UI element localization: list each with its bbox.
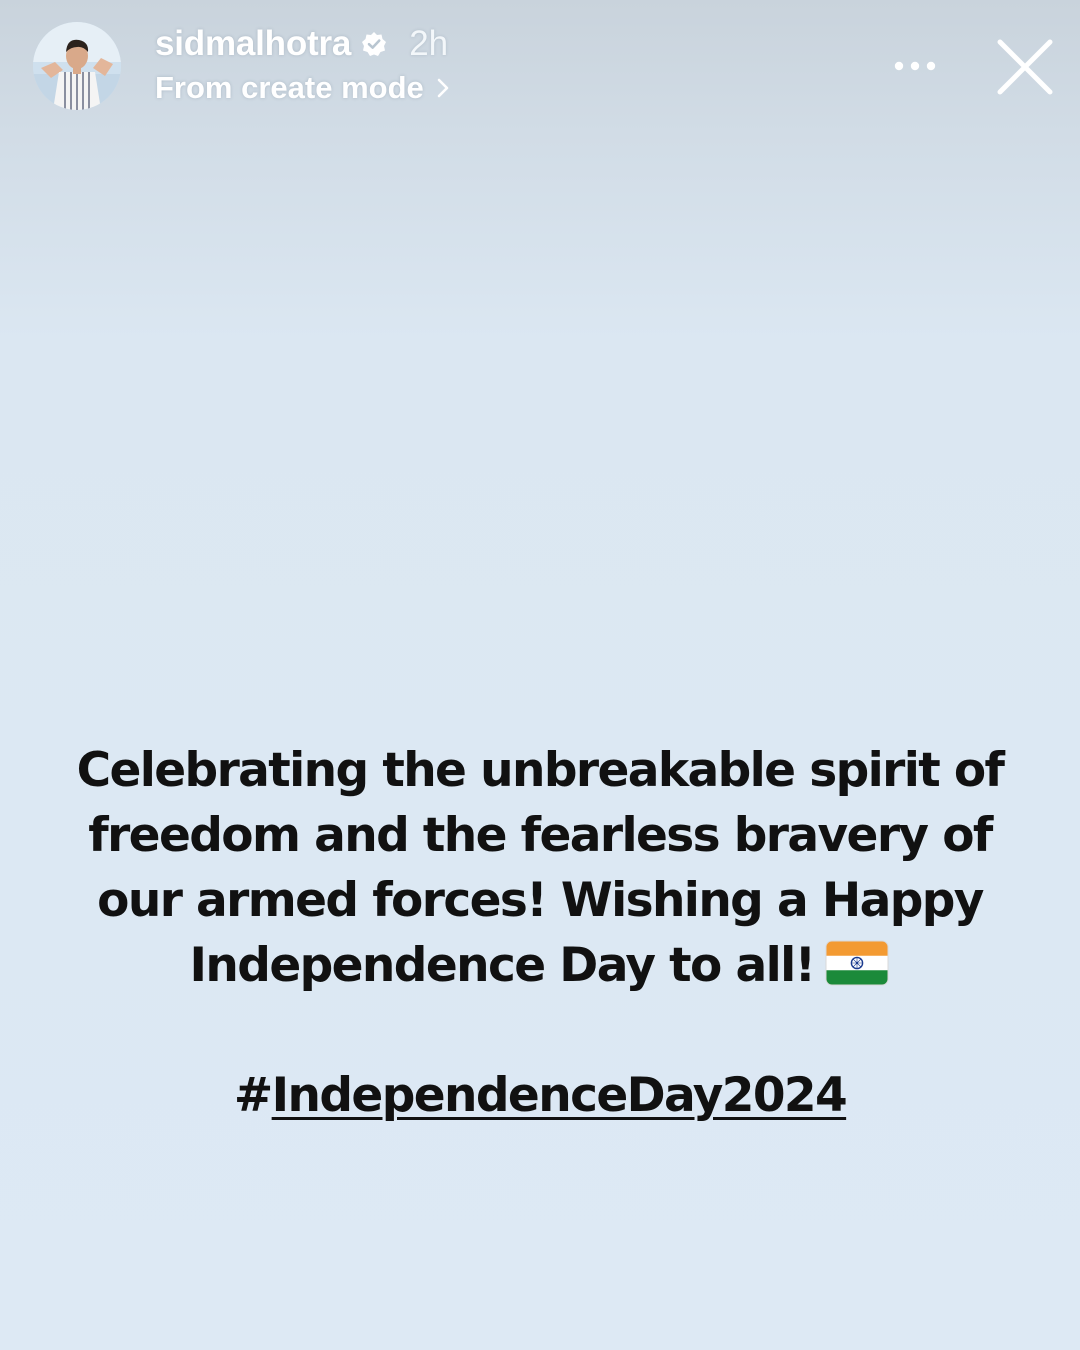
india-flag-icon xyxy=(824,939,890,987)
more-options-icon xyxy=(894,61,936,71)
verified-badge-icon xyxy=(361,31,387,57)
chevron-right-icon xyxy=(436,77,450,99)
caption-line: Celebrating the unbreakable spirit of xyxy=(76,743,1005,798)
close-button[interactable] xyxy=(990,32,1060,102)
time-ago: 2h xyxy=(409,24,449,63)
caption-line-with-flag: Independence Day to all! xyxy=(40,933,1040,998)
caption-line: our armed forces! Wishing a Happy xyxy=(97,873,984,928)
story-caption: Celebrating the unbreakable spirit of fr… xyxy=(40,738,1040,998)
caption-line: freedom and the fearless bravery of xyxy=(88,808,993,863)
create-mode-link[interactable]: From create mode xyxy=(155,68,450,108)
close-icon xyxy=(997,39,1053,95)
avatar[interactable] xyxy=(33,22,121,110)
create-mode-label: From create mode xyxy=(155,70,424,105)
hashtag-link[interactable]: IndependenceDay2024 xyxy=(272,1068,848,1123)
username[interactable]: sidmalhotra xyxy=(155,24,351,64)
hashtag-row: #IndependenceDay2024 xyxy=(0,1066,1080,1126)
avatar-image xyxy=(33,22,121,110)
caption-line: Independence Day to all! xyxy=(189,938,817,993)
story-viewer: sidmalhotra 2h From create mode Celebrat… xyxy=(0,0,1080,1350)
more-options-button[interactable] xyxy=(885,46,945,86)
user-row: sidmalhotra 2h xyxy=(155,22,448,66)
story-header: sidmalhotra 2h From create mode xyxy=(0,0,1080,130)
hashtag-symbol: # xyxy=(233,1068,273,1123)
